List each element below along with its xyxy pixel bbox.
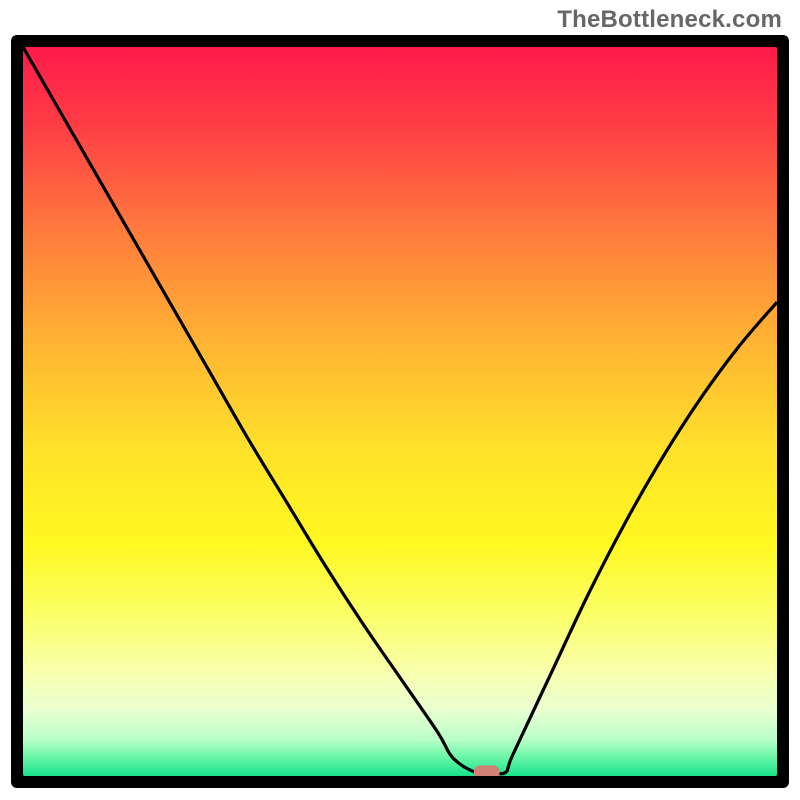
chart-frame	[11, 35, 789, 788]
gradient-background	[23, 47, 777, 776]
optimal-marker	[474, 765, 500, 776]
attribution-text: TheBottleneck.com	[557, 6, 782, 34]
bottleneck-chart-svg	[23, 47, 777, 776]
chart-plot-area	[23, 47, 777, 776]
